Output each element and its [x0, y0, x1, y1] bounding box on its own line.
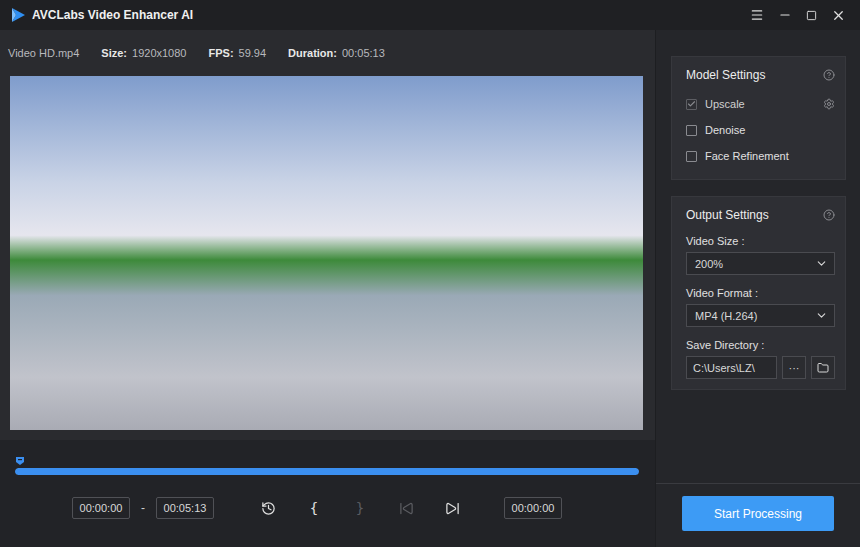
reset-button[interactable] — [254, 497, 282, 519]
output-field: Video Format : MP4 (H.264) — [686, 283, 835, 335]
model-option[interactable]: Denoise — [686, 117, 835, 143]
open-folder-button[interactable] — [811, 356, 835, 379]
help-icon[interactable] — [823, 69, 835, 81]
close-icon[interactable] — [831, 8, 846, 23]
menu-icon[interactable] — [750, 8, 764, 22]
help-icon[interactable] — [823, 209, 835, 221]
field-label: Video Size : — [686, 235, 835, 247]
prev-icon — [399, 501, 414, 516]
browse-button[interactable]: ··· — [782, 356, 806, 379]
current-time-field[interactable]: 00:00:00 — [504, 497, 562, 519]
timeline-fill — [15, 468, 639, 475]
app-window: AVCLabs Video Enhancer AI Video HD.mp4 Siz… — [0, 0, 860, 547]
timeline-area: 00:00:00-00:05:13{}00:00:00 — [0, 440, 655, 547]
select-field[interactable]: MP4 (H.264) — [686, 304, 835, 327]
next-icon — [445, 501, 460, 516]
mark-button[interactable]: } — [346, 497, 374, 519]
preview-panel: Video HD.mp4 Size:1920x1080 FPS:59.94 Durat… — [0, 30, 655, 547]
chevron-down-icon — [815, 309, 828, 322]
model-option[interactable]: Face Refinement — [686, 143, 835, 169]
marker-icon[interactable] — [15, 452, 25, 462]
output-field: Save Directory : C:\Users\LZ\··· — [686, 335, 835, 379]
check-icon — [687, 99, 696, 109]
title-bar: AVCLabs Video Enhancer AI — [0, 0, 860, 30]
start-time-field[interactable]: 00:00:00 — [72, 497, 130, 519]
prev-button[interactable] — [392, 497, 420, 519]
end-time-field[interactable]: 00:05:13 — [156, 497, 214, 519]
app-logo-icon — [10, 7, 26, 23]
path-field[interactable]: C:\Users\LZ\ — [686, 356, 777, 379]
info-item: Duration:00:05:13 — [288, 47, 385, 59]
window-title: AVCLabs Video Enhancer AI — [32, 8, 744, 22]
select-field[interactable]: 200% — [686, 252, 835, 275]
minimize-icon[interactable] — [778, 8, 792, 22]
info-item: FPS:59.94 — [208, 47, 266, 59]
chevron-down-icon — [815, 257, 828, 270]
reset-icon — [261, 501, 276, 516]
settings-panel: Model Settings UpscaleDenoiseFace Refinem… — [655, 30, 860, 547]
start-processing-button[interactable]: Start Processing — [682, 496, 834, 531]
video-preview — [10, 76, 643, 430]
time-separator: - — [130, 501, 156, 515]
timeline-track[interactable] — [15, 468, 639, 475]
mark-button[interactable]: { — [300, 497, 328, 519]
model-settings-card: Model Settings UpscaleDenoiseFace Refinem… — [671, 56, 846, 180]
field-label: Save Directory : — [686, 339, 835, 351]
checkbox[interactable] — [686, 125, 697, 136]
window-controls — [750, 8, 852, 23]
card-title: Model Settings — [686, 68, 765, 82]
maximize-icon[interactable] — [806, 10, 817, 21]
checkbox[interactable] — [686, 99, 697, 110]
model-option[interactable]: Upscale — [686, 91, 835, 117]
info-item: Size:1920x1080 — [101, 47, 186, 59]
card-title: Output Settings — [686, 208, 769, 222]
output-settings-card: Output Settings Video Size : 200% Video For… — [671, 196, 846, 390]
checkbox[interactable] — [686, 151, 697, 162]
output-field: Video Size : 200% — [686, 231, 835, 283]
gear-icon[interactable] — [823, 98, 835, 110]
file-name: Video HD.mp4 — [8, 47, 79, 59]
folder-icon — [817, 362, 829, 374]
playback-controls: 00:00:00-00:05:13{}00:00:00 — [15, 497, 639, 519]
next-button[interactable] — [438, 497, 466, 519]
field-label: Video Format : — [686, 287, 835, 299]
file-info: Video HD.mp4 Size:1920x1080 FPS:59.94 Durat… — [0, 30, 655, 76]
